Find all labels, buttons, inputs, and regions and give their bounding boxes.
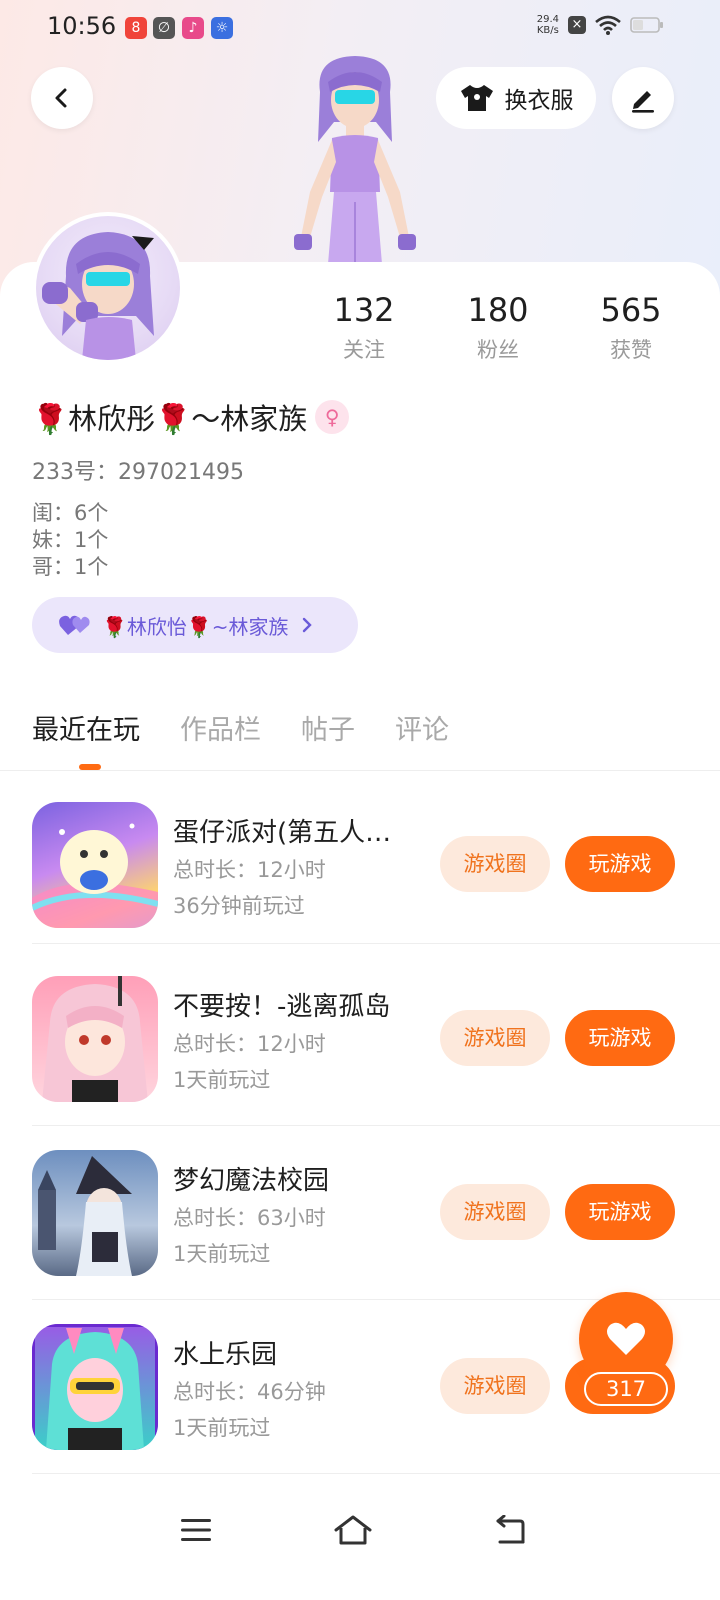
game-row[interactable]: 不要按！-逃离孤岛 总时长：12小时 1天前玩过 游戏圈 玩游戏 xyxy=(0,952,720,1126)
game-last-played: 1天前玩过 xyxy=(173,1242,271,1266)
game-title: 不要按！-逃离孤岛 xyxy=(173,992,391,1022)
game-title: 梦幻魔法校园 xyxy=(173,1166,330,1196)
game-circle-button[interactable]: 游戏圈 xyxy=(440,836,550,892)
character-avatar-figure[interactable] xyxy=(280,52,430,264)
game-circle-button[interactable]: 游戏圈 xyxy=(440,1184,550,1240)
tab-posts[interactable]: 帖子 xyxy=(301,708,355,747)
game-row[interactable]: 蛋仔派对(第五人格联动) 总时长：12小时 36分钟前玩过 游戏圈 玩游戏 xyxy=(0,770,720,944)
following-count: 132 xyxy=(333,291,395,329)
followers-count: 180 xyxy=(467,291,529,329)
family-pill-label: 🌹林欣怡🌹~林家族 xyxy=(102,614,289,639)
notification-app-icon: ☼ xyxy=(211,17,233,39)
followers-stat[interactable]: 180 粉丝 xyxy=(443,290,553,364)
change-outfit-button[interactable]: 换衣服 xyxy=(436,67,596,129)
system-navigation-bar xyxy=(0,1490,720,1600)
game-title: 水上乐园 xyxy=(173,1340,278,1370)
tab-comments[interactable]: 评论 xyxy=(395,708,449,747)
tab-works[interactable]: 作品栏 xyxy=(180,708,261,747)
game-duration: 总时长：46分钟 xyxy=(173,1380,326,1404)
play-game-button[interactable]: 玩游戏 xyxy=(565,1010,675,1066)
status-bar: 10:56 8 ∅ ♪ ☼ 29.4 KB/s × xyxy=(0,0,720,56)
heart-icon xyxy=(607,1322,645,1355)
game-row[interactable]: 梦幻魔法校园 总时长：63小时 1天前玩过 游戏圈 玩游戏 xyxy=(0,1126,720,1300)
home-icon xyxy=(334,1515,372,1545)
play-game-button[interactable]: 玩游戏 xyxy=(565,836,675,892)
relation-item: 闺：6个 xyxy=(32,501,109,525)
game-icon xyxy=(32,1324,158,1450)
game-circle-button[interactable]: 游戏圈 xyxy=(440,1010,550,1066)
menu-button[interactable] xyxy=(166,1508,226,1552)
game-last-played: 1天前玩过 xyxy=(173,1068,271,1092)
back-icon xyxy=(496,1515,525,1544)
account-id: 233号：297021495 xyxy=(32,460,244,485)
pencil-icon xyxy=(632,91,654,113)
female-icon: ♀ xyxy=(315,400,350,434)
row-divider xyxy=(32,1473,720,1474)
edit-profile-button[interactable] xyxy=(612,67,674,129)
play-game-button[interactable]: 玩游戏 xyxy=(565,1184,675,1240)
followers-label: 粉丝 xyxy=(477,338,519,362)
back-button[interactable] xyxy=(31,67,93,129)
game-icon xyxy=(32,976,158,1102)
double-heart-icon xyxy=(59,615,90,635)
game-title: 蛋仔派对(第五人格联动) xyxy=(173,818,413,848)
wifi-icon xyxy=(595,15,621,35)
tab-recently-played[interactable]: 最近在玩 xyxy=(32,708,140,747)
profile-tabs: 最近在玩 作品栏 帖子 评论 xyxy=(32,708,449,747)
relation-item: 哥：1个 xyxy=(32,555,109,579)
following-label: 关注 xyxy=(343,338,385,362)
game-circle-button[interactable]: 游戏圈 xyxy=(440,1358,550,1414)
following-stat[interactable]: 132 关注 xyxy=(309,290,419,364)
relations-list: 闺：6个 妹：1个 哥：1个 xyxy=(32,500,108,581)
likes-label: 获赞 xyxy=(610,338,652,362)
status-indicators: 29.4 KB/s × xyxy=(537,14,664,36)
game-duration: 总时长：12小时 xyxy=(173,1032,326,1056)
battery-icon xyxy=(630,17,663,33)
username: 🌹林欣彤🌹～林家族 xyxy=(32,402,308,436)
avatar-image xyxy=(36,216,180,360)
avatar[interactable] xyxy=(32,212,184,364)
game-icon xyxy=(32,802,158,928)
chevron-right-icon xyxy=(302,617,312,633)
tshirt-icon xyxy=(460,85,493,111)
game-last-played: 1天前玩过 xyxy=(173,1416,271,1440)
status-time: 10:56 xyxy=(47,12,117,40)
home-button[interactable] xyxy=(323,1508,383,1552)
sim-off-icon: × xyxy=(568,16,586,34)
game-icon xyxy=(32,1150,158,1276)
like-count: 317 xyxy=(584,1372,668,1406)
notification-app-icon: ∅ xyxy=(153,17,175,39)
username-row: 🌹林欣彤🌹～林家族 ♀ xyxy=(32,396,350,438)
change-outfit-label: 换衣服 xyxy=(504,88,574,114)
notification-app-icon: 8 xyxy=(125,17,147,39)
notification-app-icon: ♪ xyxy=(182,17,204,39)
game-duration: 总时长：12小时 xyxy=(173,858,326,882)
back-nav-button[interactable] xyxy=(480,1508,540,1552)
game-duration: 总时长：63小时 xyxy=(173,1206,326,1230)
likes-stat[interactable]: 565 获赞 xyxy=(576,290,686,364)
game-last-played: 36分钟前玩过 xyxy=(173,894,305,918)
network-speed: 29.4 KB/s xyxy=(536,14,559,36)
chevron-left-icon xyxy=(55,88,67,108)
relation-item: 妹：1个 xyxy=(32,528,109,552)
likes-count: 565 xyxy=(600,291,662,329)
family-pill[interactable]: 🌹林欣怡🌹~林家族 xyxy=(32,597,358,653)
menu-icon xyxy=(181,1519,211,1541)
row-divider xyxy=(32,943,720,944)
